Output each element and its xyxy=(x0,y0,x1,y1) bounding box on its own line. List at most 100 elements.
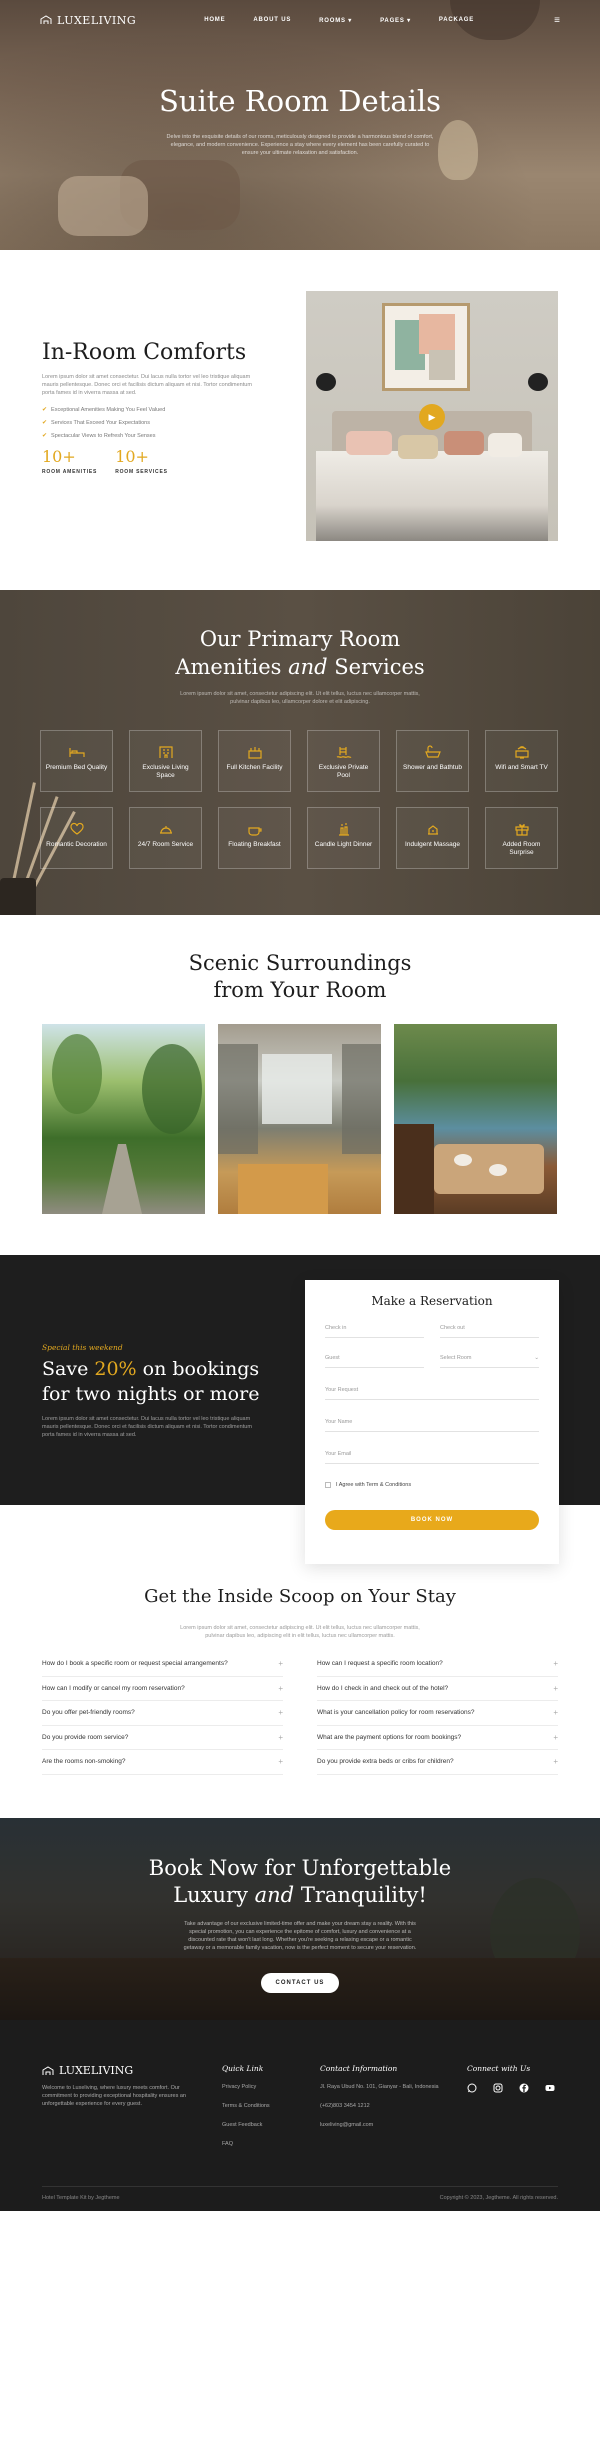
stat-services: 10+ ROOM SERVICES xyxy=(115,447,168,475)
hamburger-menu-icon[interactable]: ≡ xyxy=(554,15,560,26)
amenity-card: Exclusive Living Space xyxy=(129,730,202,792)
nav-rooms[interactable]: ROOMS ▾ xyxy=(319,17,352,24)
plus-icon: + xyxy=(553,1732,558,1742)
lamp-image xyxy=(316,373,336,391)
amenity-card: 24/7 Room Service xyxy=(129,807,202,869)
footer-link[interactable]: FAQ xyxy=(222,2140,270,2148)
scenic-title: Scenic Surroundings from Your Room xyxy=(188,951,412,1002)
faq-column-left: How do I book a specific room or request… xyxy=(42,1652,283,1775)
amenity-card: Floating Breakfast xyxy=(218,807,291,869)
guest-field[interactable]: Guest xyxy=(325,1348,424,1368)
faq-item[interactable]: What are the payment options for room bo… xyxy=(317,1726,558,1750)
check-in-field[interactable]: Check in xyxy=(325,1318,424,1338)
kitchen-icon xyxy=(247,747,262,759)
reservation-form: Make a Reservation Check in Check out Gu… xyxy=(305,1280,559,1564)
amenities-title: Our Primary Room Amenities and Services xyxy=(175,627,425,679)
plus-icon: + xyxy=(553,1708,558,1718)
check-out-field[interactable]: Check out xyxy=(440,1318,539,1338)
book-now-button[interactable]: BOOK NOW xyxy=(325,1510,539,1530)
heart-icon xyxy=(69,822,84,835)
cta-text: Take advantage of our exclusive limited-… xyxy=(183,1921,417,1951)
name-field[interactable]: Your Name xyxy=(325,1412,539,1432)
bedroom-balcony-image[interactable] xyxy=(218,1024,381,1214)
faq-title: Get the Inside Scoop on Your Stay xyxy=(144,1586,456,1607)
plus-icon: + xyxy=(553,1757,558,1767)
agree-terms[interactable]: I Agree with Term & Conditions xyxy=(325,1482,539,1488)
faq-item[interactable]: How can I modify or cancel my room reser… xyxy=(42,1677,283,1701)
faq-item[interactable]: How do I book a specific room or request… xyxy=(42,1652,283,1677)
amenity-card: Shower and Bathtub xyxy=(396,730,469,792)
amenity-card: Exclusive Private Pool xyxy=(307,730,380,792)
nav-home[interactable]: HOME xyxy=(204,17,225,24)
breakfast-icon xyxy=(247,827,262,836)
email[interactable]: luxeliving@gmail.com xyxy=(320,2121,440,2129)
terms-checkbox[interactable] xyxy=(325,1482,331,1488)
terrace-breakfast-image[interactable] xyxy=(394,1024,557,1214)
faq-item[interactable]: What is your cancellation policy for roo… xyxy=(317,1701,558,1726)
instagram-icon[interactable] xyxy=(493,2083,503,2093)
comforts-title: In-Room Comforts xyxy=(42,340,247,365)
comforts-section: In-Room Comforts Lorem ipsum dolor sit a… xyxy=(42,340,252,475)
scenic-gallery xyxy=(42,1024,558,1214)
amenities-section: Our Primary Room Amenities and Services … xyxy=(0,590,600,915)
check-icon: ✔ xyxy=(42,433,48,439)
youtube-icon[interactable] xyxy=(545,2083,555,2093)
amenity-card: Added Room Surprise xyxy=(485,807,558,869)
faq-item[interactable]: Do you provide room service? + xyxy=(42,1726,283,1750)
nav-about[interactable]: ABOUT US xyxy=(253,17,291,24)
nav-package[interactable]: PACKAGE xyxy=(439,17,474,24)
wall-art-image xyxy=(382,303,470,391)
page-title: Suite Room Details xyxy=(158,84,442,118)
check-icon: ✔ xyxy=(42,420,48,426)
cta-section: Book Now for Unforgettable Luxury and Tr… xyxy=(0,1818,600,2020)
play-video-button[interactable]: ▶ xyxy=(419,404,445,430)
phone[interactable]: (+62)803 3454 1212 xyxy=(320,2102,440,2110)
top-nav: LUXELIVING HOME ABOUT US ROOMS ▾ PAGES ▾… xyxy=(0,0,600,40)
comforts-checklist: ✔ Exceptional Amenities Making You Feel V… xyxy=(42,406,252,440)
footer-link[interactable]: Privacy Policy xyxy=(222,2083,270,2091)
facebook-icon[interactable] xyxy=(519,2083,529,2093)
plus-icon: + xyxy=(278,1708,283,1718)
nav-links: HOME ABOUT US ROOMS ▾ PAGES ▾ PACKAGE xyxy=(204,17,474,24)
faq-item[interactable]: Are the rooms non-smoking? + xyxy=(42,1750,283,1775)
amenity-card: Romantic Decoration xyxy=(40,807,113,869)
faq-item[interactable]: Do you offer pet-friendly rooms? + xyxy=(42,1701,283,1726)
jar-image xyxy=(0,878,36,915)
room-video-thumbnail[interactable]: ▶ xyxy=(306,291,558,541)
request-field[interactable]: Your Request xyxy=(325,1380,539,1400)
faq-item[interactable]: Do you provide extra beds or cribs for c… xyxy=(317,1750,558,1775)
logo[interactable]: LUXELIVING xyxy=(40,14,136,27)
amenities-grid: Premium Bed Quality Exclusive Living Spa… xyxy=(40,730,558,869)
massage-icon xyxy=(427,825,438,835)
nav-pages[interactable]: PAGES ▾ xyxy=(380,17,411,24)
footer: LUXELIVING Welcome to Luxeliving, where … xyxy=(0,2020,600,2211)
contact-us-button[interactable]: CONTACT US xyxy=(261,1973,339,1993)
amenity-card: Premium Bed Quality xyxy=(40,730,113,792)
check-item: ✔ Exceptional Amenities Making You Feel V… xyxy=(42,406,166,414)
form-title: Make a Reservation xyxy=(371,1294,493,1308)
plus-icon: + xyxy=(278,1757,283,1767)
offer-kicker: Special this weekend xyxy=(42,1343,123,1352)
room-select[interactable]: Select Room ⌄ xyxy=(440,1348,539,1368)
whatsapp-icon[interactable] xyxy=(467,2083,477,2093)
footer-link[interactable]: Terms & Conditions xyxy=(222,2102,270,2110)
gift-icon xyxy=(514,824,529,836)
email-field[interactable]: Your Email xyxy=(325,1444,539,1464)
wifi-icon xyxy=(514,746,529,759)
amenity-card: Wifi and Smart TV xyxy=(485,730,558,792)
plus-icon: + xyxy=(278,1732,283,1742)
footer-link[interactable]: Guest Feedback xyxy=(222,2121,270,2129)
faq-item[interactable]: How do I check in and check out of the h… xyxy=(317,1677,558,1701)
social-links: Connect with Us xyxy=(467,2064,555,2104)
bed-icon xyxy=(68,748,85,757)
pool-icon xyxy=(336,747,351,758)
faq-item[interactable]: How can I request a specific room locati… xyxy=(317,1652,558,1677)
quick-links: Quick Link Privacy Policy Terms & Condit… xyxy=(222,2064,270,2148)
offer-title: Save 20% on bookings for two nights or m… xyxy=(42,1358,260,1405)
bed-image xyxy=(316,451,548,541)
credit: Hotel Template Kit by Jegtheme xyxy=(42,2195,120,2201)
check-item: ✔ Spectacular Views to Refresh Your Sense… xyxy=(42,432,156,440)
faq-column-right: How can I request a specific room locati… xyxy=(317,1652,558,1775)
footer-logo[interactable]: LUXELIVING xyxy=(42,2064,133,2077)
garden-path-image[interactable] xyxy=(42,1024,205,1214)
